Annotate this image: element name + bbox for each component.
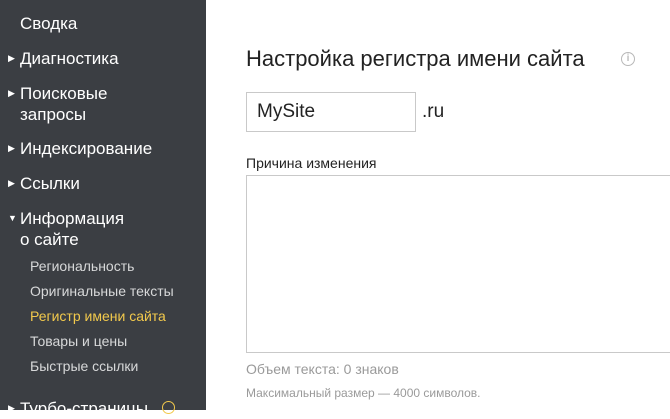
sidebar-subitem-original-texts[interactable]: Оригинальные тексты [30, 282, 174, 300]
site-name-input[interactable] [246, 92, 416, 132]
max-size-hint: Максимальный размер — 4000 символов. [246, 386, 481, 400]
caret-right-icon: ▶ [8, 53, 15, 63]
sidebar: Сводка ▶ Диагностика ▶ Поисковые запросы… [0, 0, 206, 418]
info-icon[interactable]: i [621, 52, 635, 66]
sidebar-item-label: Поисковые запросы [20, 84, 108, 124]
reason-textarea[interactable] [246, 175, 670, 353]
sidebar-item-label: Индексирование [20, 139, 153, 158]
turbo-icon [162, 401, 175, 414]
caret-down-icon: ▼ [8, 213, 17, 223]
sidebar-subitem-quick-links[interactable]: Быстрые ссылки [30, 357, 138, 375]
caret-right-icon: ▶ [8, 88, 15, 98]
page-title: Настройка регистра имени сайта [246, 46, 585, 71]
sidebar-subitem-site-name-case[interactable]: Регистр имени сайта [30, 307, 166, 325]
main-content: Настройка регистра имени сайта i .ru При… [206, 0, 670, 410]
sidebar-item-label: Турбо-страницы [20, 399, 149, 418]
sidebar-item-label: Диагностика [20, 49, 119, 68]
caret-right-icon: ▶ [8, 178, 15, 188]
sidebar-item-label: Ссылки [20, 174, 80, 193]
sidebar-subitem-regionality[interactable]: Региональность [30, 257, 134, 275]
caret-right-icon: ▶ [8, 403, 15, 413]
sidebar-item-label: Информация о сайте [20, 209, 125, 249]
reason-label: Причина изменения [246, 155, 377, 171]
caret-right-icon: ▶ [8, 143, 15, 153]
sidebar-subitem-goods-and-prices[interactable]: Товары и цены [30, 332, 127, 350]
char-count: Объем текста: 0 знаков [246, 361, 399, 377]
sidebar-item-label: Сводка [20, 14, 78, 33]
domain-suffix: .ru [422, 101, 445, 122]
